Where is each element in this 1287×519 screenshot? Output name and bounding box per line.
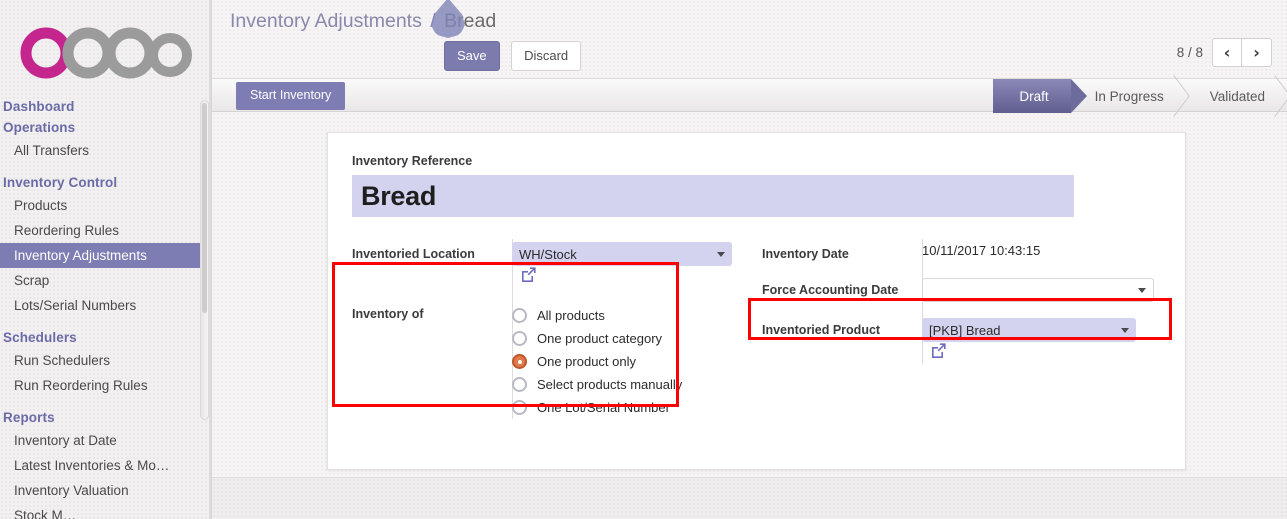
main-content: Inventory Adjustments / Bread Save Disca… — [211, 0, 1287, 519]
sidebar-item-stock-moves[interactable]: Stock M… — [0, 503, 211, 519]
footer-strip — [212, 477, 1287, 519]
chevron-down-icon — [1121, 328, 1129, 333]
sidebar-item-lots-serial-numbers[interactable]: Lots/Serial Numbers — [0, 293, 211, 318]
form-column-left: Inventoried Location WH/Stock Inventory … — [352, 239, 751, 419]
inventory-date-value-wrap: 10/11/2017 10:43:15 — [922, 239, 1161, 260]
record-pager: 8 / 8 ‹ › — [1177, 38, 1272, 67]
sidebar-spacer — [0, 163, 211, 172]
force-accounting-date-label: Force Accounting Date — [762, 283, 899, 297]
inventory-of-options: All products One product category One pr… — [512, 299, 751, 419]
sidebar-header-operations: Operations — [3, 120, 76, 135]
radio-icon[interactable] — [512, 308, 527, 323]
radio-label: One product only — [537, 354, 637, 369]
sidebar: Dashboard Operations All Transfers Inven… — [0, 0, 211, 519]
radio-one-lot-serial-number[interactable]: One Lot/Serial Number — [512, 396, 751, 419]
radio-label: Select products manually — [537, 377, 683, 392]
sidebar-scrollbar[interactable] — [200, 100, 209, 420]
form-grid: Inventoried Location WH/Stock Inventory … — [352, 239, 1161, 419]
sidebar-item-all-transfers[interactable]: All Transfers — [0, 138, 211, 163]
status-bar: Draft In Progress Validated — [993, 79, 1287, 113]
sidebar-item-inventory-valuation[interactable]: Inventory Valuation — [0, 478, 211, 503]
inventoried-product-value-wrap: [PKB] Bread — [922, 315, 1161, 361]
start-inventory-button[interactable]: Start Inventory — [236, 82, 346, 110]
pager-buttons: ‹ › — [1212, 38, 1272, 67]
inventoried-location-row: Inventoried Location WH/Stock — [352, 239, 751, 285]
sidebar-item-products[interactable]: Products — [0, 193, 211, 218]
inventoried-product-select[interactable]: [PKB] Bread — [922, 318, 1136, 342]
pager-previous-icon[interactable]: ‹ — [1212, 38, 1242, 67]
sidebar-header-dashboard[interactable]: Dashboard — [0, 96, 211, 117]
chevron-down-icon — [717, 252, 725, 257]
odoo-logo-icon — [20, 27, 192, 79]
inventoried-product-text: [PKB] Bread — [929, 322, 1001, 338]
sidebar-item-latest-inventories[interactable]: Latest Inventories & Mo… — [0, 453, 211, 478]
external-link-icon-location[interactable] — [520, 266, 537, 283]
external-link-icon-product[interactable] — [930, 342, 947, 359]
radio-icon-selected[interactable] — [512, 354, 527, 369]
inventory-of-label: Inventory of — [352, 307, 424, 321]
sidebar-item-scrap[interactable]: Scrap — [0, 268, 211, 293]
radio-label: One Lot/Serial Number — [537, 400, 670, 415]
radio-label: One product category — [537, 331, 663, 346]
inventoried-location-select[interactable]: WH/Stock — [512, 242, 732, 266]
inventory-of-radio-group: All products One product category One pr… — [512, 302, 751, 419]
inventoried-product-row: Inventoried Product [PKB] Bread — [762, 315, 1161, 361]
form-column-right: Inventory Date 10/11/2017 10:43:15 Force… — [762, 239, 1161, 419]
external-link-glyph — [522, 267, 536, 282]
odoo-inventory-adjustment-screen: Dashboard Operations All Transfers Inven… — [0, 0, 1287, 519]
radio-select-products-manually[interactable]: Select products manually — [512, 373, 751, 396]
inventoried-location-value: WH/Stock — [512, 239, 751, 285]
radio-icon[interactable] — [512, 400, 527, 415]
status-stage-validated[interactable]: Validated — [1186, 79, 1287, 113]
external-link-glyph — [932, 343, 946, 358]
sheet-background: Inventory Reference Bread Inventoried Lo… — [212, 112, 1287, 492]
radio-one-product-category[interactable]: One product category — [512, 327, 751, 350]
force-accounting-date-row: Force Accounting Date — [762, 275, 1161, 305]
sidebar-item-run-reordering-rules[interactable]: Run Reordering Rules — [0, 373, 211, 398]
sidebar-header-reports: Reports — [3, 410, 55, 425]
form-action-buttons: Save Discard — [444, 41, 582, 71]
inventory-date-value: 10/11/2017 10:43:15 — [922, 243, 1041, 258]
odoo-logo[interactable] — [0, 0, 211, 96]
inventory-of-row: Inventory of All products One product ca… — [352, 299, 751, 419]
inventory-reference-label: Inventory Reference — [352, 154, 473, 168]
sidebar-item-inventory-at-date[interactable]: Inventory at Date — [0, 428, 211, 453]
radio-icon[interactable] — [512, 331, 527, 346]
sidebar-spacer — [0, 318, 211, 327]
sidebar-menu: Dashboard Operations All Transfers Inven… — [0, 96, 211, 519]
inventoried-location-label: Inventoried Location — [352, 247, 475, 261]
sidebar-spacer — [0, 398, 211, 407]
status-stage-in-progress[interactable]: In Progress — [1071, 79, 1186, 113]
control-panel: Inventory Adjustments / Bread Save Disca… — [212, 0, 1287, 78]
inventory-date-label: Inventory Date — [762, 247, 849, 261]
pager-counter: 8 / 8 — [1176, 45, 1203, 60]
status-strip: Start Inventory Draft In Progress Valida… — [212, 78, 1287, 113]
discard-button[interactable]: Discard — [511, 41, 582, 71]
sidebar-item-inventory-adjustments[interactable]: Inventory Adjustments — [0, 243, 211, 268]
force-accounting-date-select[interactable] — [922, 278, 1154, 302]
form-sheet: Inventory Reference Bread Inventoried Lo… — [327, 132, 1186, 470]
inventoried-location-text: WH/Stock — [519, 246, 577, 262]
inventory-reference-input[interactable]: Bread — [352, 175, 1074, 217]
breadcrumb-root[interactable]: Inventory Adjustments — [230, 10, 422, 32]
inventoried-product-label: Inventoried Product — [762, 323, 881, 337]
pager-next-icon[interactable]: › — [1242, 38, 1272, 67]
force-accounting-date-value-wrap — [922, 275, 1161, 302]
inventory-date-row: Inventory Date 10/11/2017 10:43:15 — [762, 239, 1161, 269]
sidebar-scrollbar-thumb[interactable] — [202, 103, 207, 313]
sidebar-header-schedulers: Schedulers — [3, 330, 77, 345]
sidebar-header-inventory-control: Inventory Control — [3, 175, 118, 190]
save-button[interactable]: Save — [444, 41, 500, 71]
chevron-down-icon — [1138, 288, 1146, 293]
radio-all-products[interactable]: All products — [512, 304, 751, 327]
sidebar-item-reordering-rules[interactable]: Reordering Rules — [0, 218, 211, 243]
radio-one-product-only[interactable]: One product only — [512, 350, 751, 373]
status-stage-draft[interactable]: Draft — [993, 79, 1087, 113]
radio-label: All products — [537, 308, 605, 323]
sidebar-item-run-schedulers[interactable]: Run Schedulers — [0, 348, 211, 373]
radio-icon[interactable] — [512, 377, 527, 392]
